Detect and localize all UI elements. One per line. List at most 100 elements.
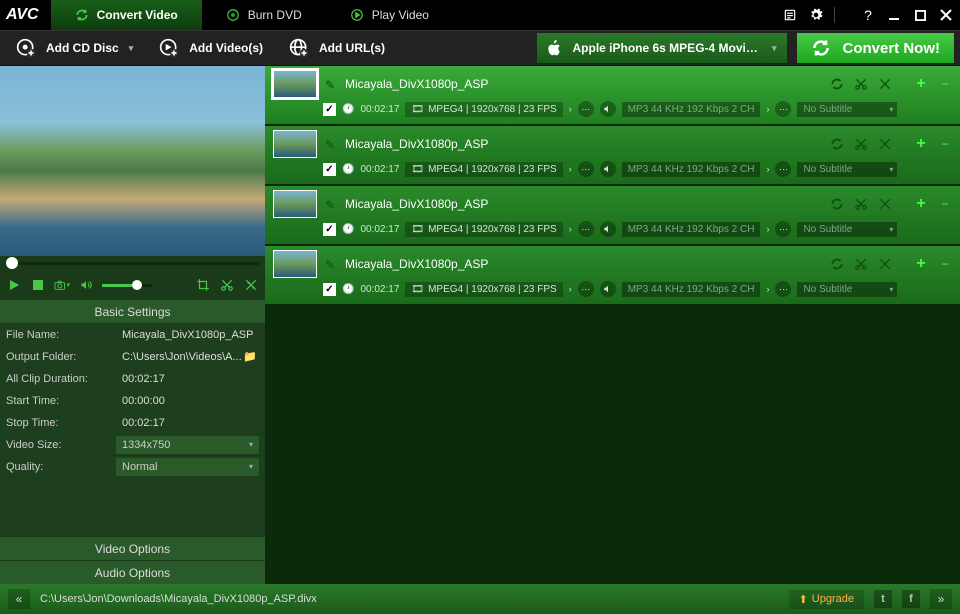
cut-icon[interactable] (854, 197, 868, 211)
audio-options-button[interactable]: Audio Options (0, 560, 265, 584)
video-preview (0, 66, 265, 256)
video-thumbnail (273, 190, 317, 218)
twitter-icon[interactable]: t (874, 590, 892, 608)
effects-icon[interactable] (878, 197, 892, 211)
video-settings-icon[interactable]: ⋯ (578, 281, 594, 297)
video-settings-icon[interactable]: ⋯ (578, 161, 594, 177)
effects-icon[interactable] (878, 77, 892, 91)
refresh-icon[interactable] (830, 77, 844, 91)
tab-convert-video[interactable]: Convert Video (51, 0, 202, 30)
facebook-icon[interactable]: f (902, 590, 920, 608)
checkbox[interactable]: ✓ (323, 163, 336, 176)
subtitle-settings-icon[interactable]: ⋯ (775, 101, 791, 117)
browse-folder-icon[interactable]: 📁 (243, 350, 259, 363)
add-cd-disc-button[interactable]: Add CD Disc ▾ (6, 34, 143, 62)
edit-icon[interactable]: ✎ (325, 258, 337, 270)
audio-icon[interactable] (600, 101, 616, 117)
output-folder-label: Output Folder: (6, 351, 116, 363)
start-time-label: Start Time: (6, 395, 116, 407)
file-name-value[interactable]: Micayala_DivX1080p_ASP (116, 329, 259, 341)
cut-icon[interactable] (854, 137, 868, 151)
clock-icon: 🕐 (342, 104, 354, 115)
subtitle-select[interactable]: No Subtitle (797, 282, 897, 297)
add-icon[interactable]: + (914, 137, 928, 151)
audio-icon[interactable] (600, 281, 616, 297)
snapshot-button[interactable]: ▾ (54, 277, 70, 293)
file-item[interactable]: ✎Micayala_DivX1080p_ASP+− ✓🕐00:02:17🎞MPE… (265, 126, 960, 186)
checkbox[interactable]: ✓ (323, 223, 336, 236)
tab-play-video[interactable]: Play Video (326, 0, 453, 30)
tab-burn-dvd[interactable]: Burn DVD (202, 0, 326, 30)
checkbox[interactable]: ✓ (323, 103, 336, 116)
video-settings-icon[interactable]: ⋯ (578, 221, 594, 237)
video-thumbnail (273, 130, 317, 158)
convert-icon (811, 38, 831, 58)
remove-icon[interactable]: − (938, 197, 952, 211)
subtitle-settings-icon[interactable]: ⋯ (775, 281, 791, 297)
disc-plus-icon (16, 38, 36, 58)
start-time-value[interactable]: 00:00:00 (116, 395, 259, 407)
volume-button[interactable] (78, 277, 94, 293)
output-profile-select[interactable]: Apple iPhone 6s MPEG-4 Movie (*.m... ▾ (537, 33, 787, 63)
video-size-select[interactable]: 1334x750 (116, 436, 259, 454)
add-videos-button[interactable]: Add Video(s) (149, 34, 273, 62)
video-info: MPEG4 | 1920x768 | 23 FPS (428, 224, 557, 235)
refresh-icon[interactable] (830, 137, 844, 151)
file-item[interactable]: ✎Micayala_DivX1080p_ASP+− ✓🕐00:02:17🎞MPE… (265, 186, 960, 246)
quality-select[interactable]: Normal (116, 458, 259, 476)
edit-icon[interactable]: ✎ (325, 138, 337, 150)
seek-slider[interactable] (0, 256, 265, 270)
video-settings-icon[interactable]: ⋯ (578, 101, 594, 117)
add-icon[interactable]: + (914, 77, 928, 91)
subtitle-settings-icon[interactable]: ⋯ (775, 161, 791, 177)
app-logo: AVC (6, 6, 39, 24)
audio-icon[interactable] (600, 221, 616, 237)
file-name: Micayala_DivX1080p_ASP (345, 257, 822, 271)
audio-icon[interactable] (600, 161, 616, 177)
list-icon[interactable] (782, 7, 798, 23)
minimize-icon[interactable] (886, 7, 902, 23)
help-icon[interactable]: ? (860, 7, 876, 23)
volume-slider[interactable] (102, 284, 152, 287)
refresh-icon[interactable] (830, 197, 844, 211)
stop-time-value[interactable]: 00:02:17 (116, 417, 259, 429)
close-icon[interactable] (938, 7, 954, 23)
subtitle-select[interactable]: No Subtitle (797, 102, 897, 117)
cut-icon[interactable] (854, 77, 868, 91)
add-icon[interactable]: + (914, 197, 928, 211)
checkbox[interactable]: ✓ (323, 283, 336, 296)
gear-icon[interactable] (808, 7, 824, 23)
cut-icon[interactable] (219, 277, 235, 293)
upgrade-button[interactable]: ⬆Upgrade (789, 590, 864, 609)
cut-icon[interactable] (854, 257, 868, 271)
video-info: MPEG4 | 1920x768 | 23 FPS (428, 104, 557, 115)
add-icon[interactable]: + (914, 257, 928, 271)
quality-label: Quality: (6, 461, 116, 473)
stop-button[interactable] (30, 277, 46, 293)
stop-time-label: Stop Time: (6, 417, 116, 429)
file-item[interactable]: ✎ Micayala_DivX1080p_ASP + − ✓ 🕐 00:02:1… (265, 66, 960, 126)
effects-icon[interactable] (878, 137, 892, 151)
edit-icon[interactable]: ✎ (325, 198, 337, 210)
subtitle-select[interactable]: No Subtitle (797, 162, 897, 177)
collapse-right-icon[interactable]: » (930, 589, 952, 609)
effects-icon[interactable] (878, 257, 892, 271)
subtitle-select[interactable]: No Subtitle (797, 222, 897, 237)
edit-icon[interactable]: ✎ (325, 78, 337, 90)
add-urls-button[interactable]: Add URL(s) (279, 34, 395, 62)
remove-icon[interactable]: − (938, 77, 952, 91)
remove-icon[interactable]: − (938, 137, 952, 151)
play-button[interactable] (6, 277, 22, 293)
subtitle-settings-icon[interactable]: ⋯ (775, 221, 791, 237)
video-options-button[interactable]: Video Options (0, 536, 265, 560)
file-item[interactable]: ✎Micayala_DivX1080p_ASP+− ✓🕐00:02:17🎞MPE… (265, 246, 960, 306)
button-label: Add CD Disc (46, 41, 119, 55)
refresh-icon[interactable] (830, 257, 844, 271)
remove-icon[interactable]: − (938, 257, 952, 271)
maximize-icon[interactable] (912, 7, 928, 23)
effects-icon[interactable] (243, 277, 259, 293)
file-name: Micayala_DivX1080p_ASP (345, 137, 822, 151)
convert-now-button[interactable]: Convert Now! (797, 33, 955, 63)
crop-icon[interactable] (195, 277, 211, 293)
collapse-left-icon[interactable]: « (8, 589, 30, 609)
